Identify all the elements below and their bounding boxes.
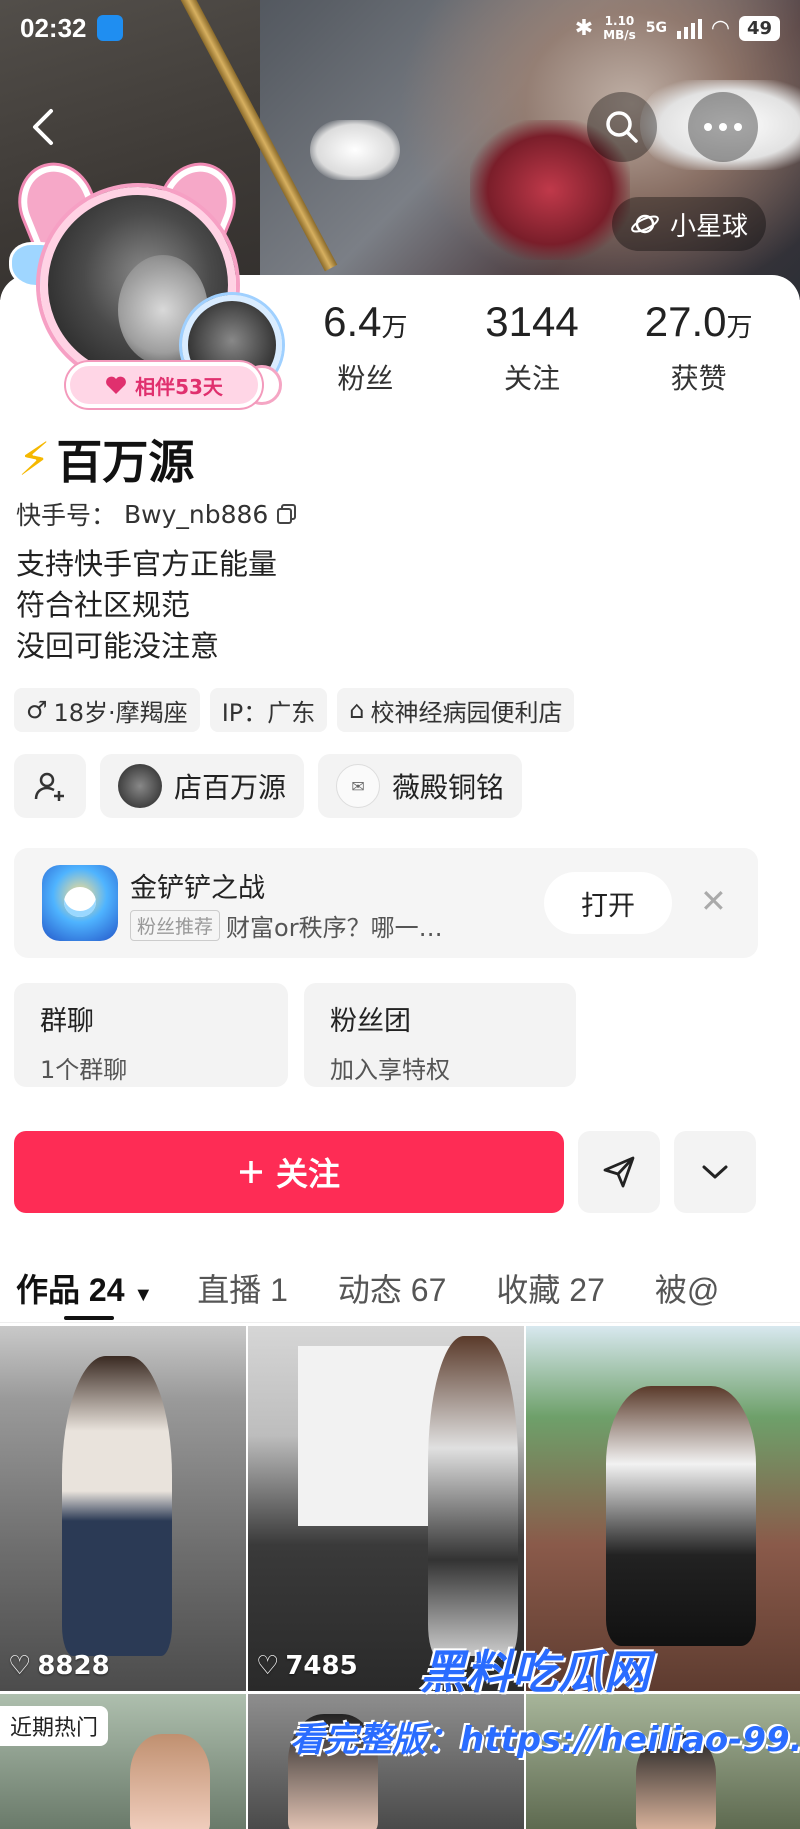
search-button[interactable] <box>587 92 657 162</box>
content-tabs: 作品 24 ▼ 直播 1 动态 67 收藏 27 被@ <box>0 1254 800 1322</box>
status-bar: 02:32 ✱ 1.10 MB/s 5G ◠ 49 <box>0 0 800 56</box>
game-title: 金铲铲之战 <box>130 873 265 904</box>
fan-recommend-badge: 粉丝推荐 <box>130 910 221 941</box>
hot-badge: 近期热门 <box>0 1706 109 1746</box>
fan-club-panel[interactable]: 粉丝团 加入享特权 <box>304 983 576 1087</box>
watermark-title: 黑料吃瓜网 <box>420 1645 650 1699</box>
video-tile[interactable]: ♡ 8828 <box>0 1326 246 1691</box>
search-icon <box>606 111 638 143</box>
tag-ip: IP：广东 <box>209 688 328 732</box>
signal-icon <box>677 17 703 39</box>
more-dots-icon <box>704 123 742 131</box>
follow-button[interactable]: 关注 <box>14 1131 564 1213</box>
group-chat-panel[interactable]: 群聊 1个群聊 <box>14 983 288 1087</box>
network-speed: 1.10 MB/s <box>603 14 636 42</box>
lightning-icon: ⚡ <box>18 432 51 486</box>
add-user-icon <box>34 772 64 801</box>
active-tab-indicator <box>64 1316 114 1320</box>
profile-name: ⚡ 百万源 <box>18 432 195 489</box>
tag-school[interactable]: ⌂ 校神经病园便利店 <box>337 688 575 732</box>
video-tile[interactable]: 近期热门 <box>0 1694 246 1829</box>
video-likes: ♡ 8828 <box>8 1651 110 1681</box>
plus-icon <box>239 1161 262 1183</box>
wifi-icon: ◠ <box>712 15 729 41</box>
bluetooth-icon: ✱ <box>574 15 594 41</box>
stat-likes[interactable]: 27.0万 获赞 <box>615 298 782 398</box>
tag-age: ♂ 18岁·摩羯座 <box>14 688 200 732</box>
caret-down-icon: ▼ <box>133 1284 154 1306</box>
game-recommendation[interactable]: 金铲铲之战 粉丝推荐 财富or秩序？哪一… 打开 ✕ <box>14 848 758 958</box>
close-icon[interactable]: ✕ <box>700 882 727 920</box>
network-type: 5G <box>645 20 668 36</box>
profile-stats: 6.4万 粉丝 3144 关注 27.0万 获赞 <box>282 298 782 398</box>
game-subtitle: 粉丝推荐 财富or秩序？哪一… <box>130 908 443 943</box>
profile-tags: ♂ 18岁·摩羯座 IP：广东 ⌂ 校神经病园便利店 <box>14 688 575 732</box>
chevron-down-icon <box>702 1165 728 1179</box>
notification-app-icon <box>96 15 123 41</box>
related-user-avatar: ✉ <box>336 764 381 808</box>
back-arrow-icon <box>33 109 53 145</box>
tab-favorites[interactable]: 收藏 27 <box>480 1265 621 1311</box>
stat-following[interactable]: 3144 关注 <box>449 298 616 398</box>
open-game-button[interactable]: 打开 <box>544 872 672 934</box>
dropdown-button[interactable] <box>674 1131 756 1213</box>
tab-mentioned[interactable]: 被@ <box>639 1265 736 1311</box>
watermark-url: 看完整版：https://heiliao-99.com <box>290 1720 800 1760</box>
related-user-chip[interactable]: ✉ 薇殿铜铭 <box>318 754 523 818</box>
profile-bio: 支持快手官方正能量 符合社区规范 没回可能没注意 <box>16 547 278 663</box>
related-users: 店百万源 ✉ 薇殿铜铭 <box>14 754 523 818</box>
video-likes: ♡ 7485 <box>256 1651 358 1681</box>
related-user-avatar <box>118 764 162 808</box>
stat-followers[interactable]: 6.4万 粉丝 <box>282 298 449 398</box>
game-app-icon <box>42 865 118 941</box>
add-friend-button[interactable] <box>14 754 86 818</box>
battery-indicator: 49 <box>738 15 780 41</box>
send-icon <box>603 1156 635 1188</box>
divider <box>0 1322 800 1323</box>
tab-moments[interactable]: 动态 67 <box>322 1265 463 1311</box>
status-time: 02:32 <box>20 12 87 43</box>
male-icon: ♂ <box>26 696 48 724</box>
heart-outline-icon: ♡ <box>256 1651 280 1681</box>
planet-icon <box>631 214 659 234</box>
planet-label: 小星球 <box>670 211 749 242</box>
companion-badge[interactable]: 相伴53天 <box>66 362 262 408</box>
planet-button[interactable]: 小星球 <box>612 197 767 251</box>
more-button[interactable] <box>688 92 758 162</box>
school-icon: ⌂ <box>349 696 365 724</box>
tab-works[interactable]: 作品 24 ▼ <box>0 1265 169 1311</box>
profile-page: 02:32 ✱ 1.10 MB/s 5G ◠ 49 小星球 相伴53天 6.4万… <box>0 0 800 1829</box>
copy-icon <box>277 504 297 524</box>
tab-live[interactable]: 直播 1 <box>181 1265 304 1311</box>
heart-outline-icon: ♡ <box>8 1651 32 1681</box>
share-button[interactable] <box>578 1131 660 1213</box>
heart-icon <box>106 376 126 394</box>
kuaishou-id[interactable]: 快手号： Bwy_nb886 <box>16 496 298 532</box>
related-user-chip[interactable]: 店百万源 <box>100 754 305 818</box>
back-button[interactable] <box>8 92 78 162</box>
